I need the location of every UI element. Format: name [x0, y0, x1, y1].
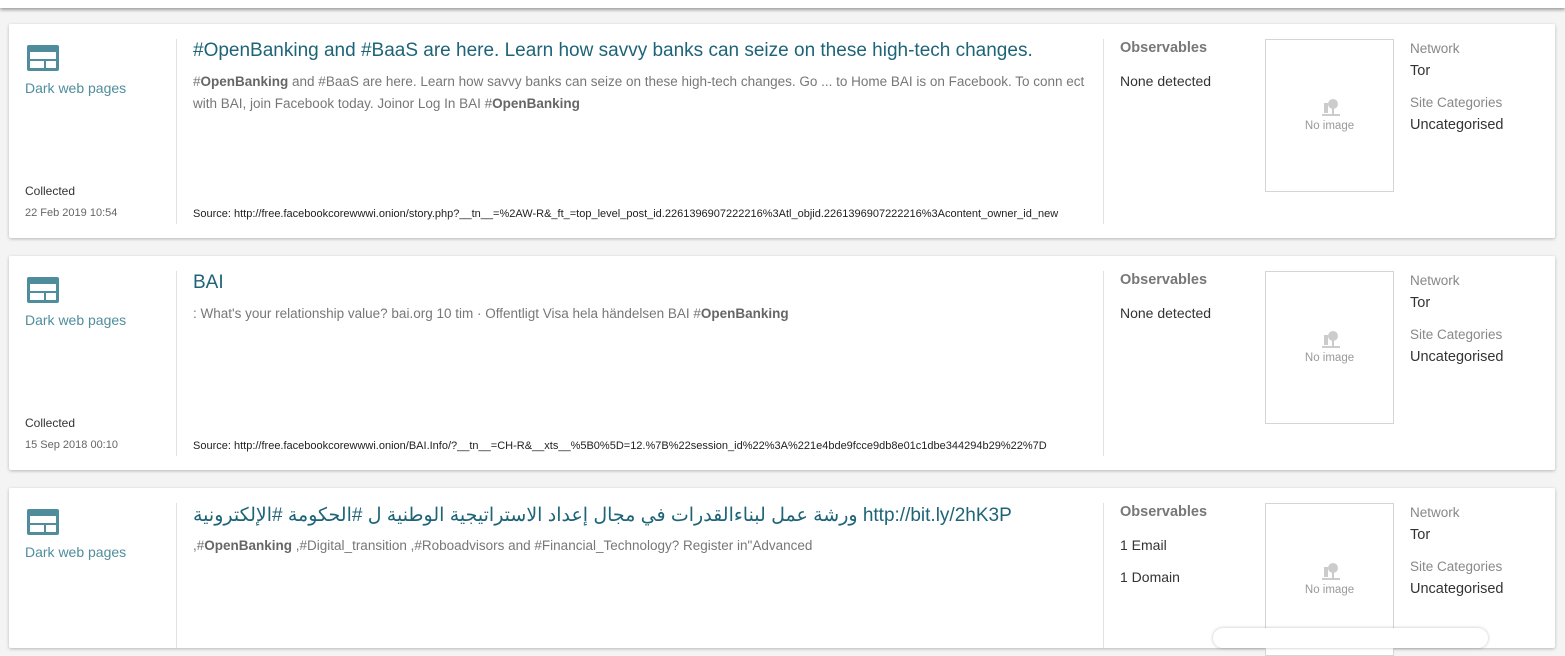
floating-widget[interactable]: [1213, 628, 1488, 648]
observables-heading: Observables: [1120, 504, 1208, 520]
browser-window-icon: [27, 45, 59, 71]
divider: [1103, 503, 1104, 648]
divider: [176, 503, 177, 648]
top-bar-shadow: [0, 0, 1565, 8]
network-value: Tor: [1410, 527, 1431, 543]
divider: [176, 271, 177, 456]
result-card[interactable]: Dark web pages Collected 22 Feb 2019 10:…: [9, 24, 1555, 238]
site-categories-value: Uncategorised: [1410, 581, 1504, 597]
no-image-text: No image: [1304, 584, 1355, 596]
result-type-label[interactable]: Dark web pages: [25, 312, 126, 328]
result-main-column: #OpenBanking and #BaaS are here. Learn h…: [193, 24, 1089, 238]
no-image-icon: [1322, 99, 1340, 116]
site-categories-label: Site Categories: [1410, 95, 1503, 110]
result-type-label[interactable]: Dark web pages: [25, 544, 126, 560]
observable-item: None detected: [1120, 305, 1212, 321]
result-snippet: ,#OpenBanking ,#Digital_transition ,#Rob…: [193, 538, 813, 553]
collected-date: 22 Feb 2019 10:54: [25, 207, 118, 219]
collected-date: 15 Sep 2018 00:10: [25, 439, 118, 451]
result-card[interactable]: Dark web pages Collected 15 Sep 2018 00:…: [9, 256, 1555, 470]
observable-item: None detected: [1120, 73, 1212, 89]
result-thumbnail[interactable]: No image: [1265, 39, 1394, 192]
divider: [176, 39, 177, 224]
result-source-url: Source: http://free.facebookcorewwwi.oni…: [193, 440, 1047, 452]
no-image-icon: [1322, 331, 1340, 348]
collected-label: Collected: [25, 416, 76, 430]
network-value: Tor: [1410, 295, 1431, 311]
result-main-column: ورشة عمل لبناءالقدرات في مجال إعداد الاس…: [193, 488, 1089, 648]
result-title-link[interactable]: #OpenBanking and #BaaS are here. Learn h…: [193, 40, 1033, 62]
site-categories-value: Uncategorised: [1410, 117, 1504, 133]
network-label: Network: [1410, 505, 1460, 520]
result-card[interactable]: Dark web pages ورشة عمل لبناءالقدرات في …: [9, 488, 1555, 656]
collected-label: Collected: [25, 184, 76, 198]
snippet-highlight: OpenBanking: [200, 74, 289, 89]
result-title-link[interactable]: ورشة عمل لبناءالقدرات في مجال إعداد الاس…: [193, 504, 1012, 527]
observable-item[interactable]: 1 Email: [1120, 537, 1167, 553]
result-source-url: Source: http://free.facebookcorewwwi.oni…: [193, 208, 1059, 220]
site-categories-value: Uncategorised: [1410, 349, 1504, 365]
site-categories-label: Site Categories: [1410, 327, 1503, 342]
observables-heading: Observables: [1120, 272, 1208, 288]
result-type-label[interactable]: Dark web pages: [25, 80, 126, 96]
network-label: Network: [1410, 41, 1460, 56]
no-image-icon: [1322, 563, 1340, 580]
result-title-link[interactable]: BAI: [193, 272, 224, 294]
result-snippet: #OpenBanking and #BaaS are here. Learn h…: [193, 74, 1085, 111]
result-main-column: BAI : What's your relationship value? ba…: [193, 256, 1089, 470]
result-type-column: Dark web pages Collected 22 Feb 2019 10:…: [9, 24, 177, 238]
site-categories-label: Site Categories: [1410, 559, 1503, 574]
result-type-column: Dark web pages: [9, 488, 177, 648]
result-thumbnail[interactable]: No image: [1265, 271, 1394, 424]
snippet-highlight: OpenBanking: [492, 96, 580, 111]
observable-item[interactable]: 1 Domain: [1120, 569, 1180, 585]
browser-window-icon: [27, 509, 59, 535]
snippet-highlight: OpenBanking: [204, 538, 293, 553]
result-snippet: : What's your relationship value? bai.or…: [193, 306, 789, 321]
network-value: Tor: [1410, 63, 1431, 79]
divider: [1103, 271, 1104, 456]
observables-heading: Observables: [1120, 40, 1208, 56]
no-image-text: No image: [1304, 352, 1355, 364]
browser-window-icon: [27, 277, 59, 303]
result-type-column: Dark web pages Collected 15 Sep 2018 00:…: [9, 256, 177, 470]
snippet-highlight: OpenBanking: [700, 306, 789, 321]
network-label: Network: [1410, 273, 1460, 288]
divider: [1103, 39, 1104, 224]
no-image-text: No image: [1304, 120, 1355, 132]
